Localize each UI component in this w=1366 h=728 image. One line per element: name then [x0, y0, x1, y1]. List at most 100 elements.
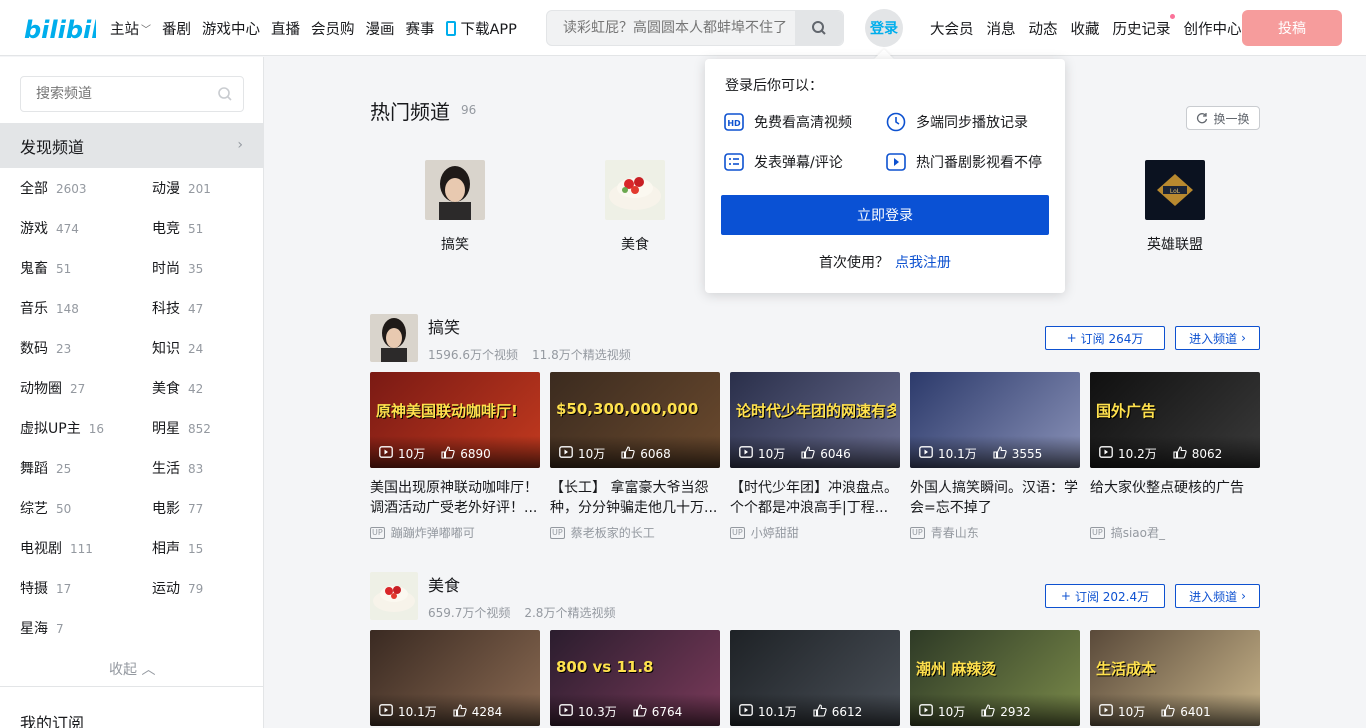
category-item[interactable]: 知识 24	[152, 338, 203, 358]
search-icon[interactable]	[217, 86, 233, 102]
like-count: 6764	[651, 704, 683, 719]
bilibili-logo[interactable]: bilibili	[24, 12, 96, 44]
register-link[interactable]: 点我注册	[895, 255, 951, 271]
channel-avatar[interactable]	[370, 572, 418, 620]
nav-main-station[interactable]: 主站 ﹀	[110, 18, 151, 39]
category-item[interactable]: 电影 77	[152, 498, 203, 518]
category-item[interactable]: 综艺 50	[20, 498, 71, 518]
category-item[interactable]: 全部 2603	[20, 178, 87, 198]
video-title[interactable]: 给大家伙整点硬核的广告	[1090, 478, 1260, 518]
enter-channel-button[interactable]: 进入频道 ›	[1175, 326, 1260, 350]
video-title[interactable]: 【长工】 拿富豪大爷当怨种，分分钟骗走他几十万...	[550, 478, 720, 518]
category-item[interactable]: 相声 15	[152, 538, 203, 558]
category-item[interactable]: 明星 852	[152, 418, 211, 438]
channel-search-input[interactable]	[21, 77, 211, 111]
video-cover[interactable]: 论时代少年团的网速有多快 10万 6046	[730, 372, 900, 468]
category-name: 音乐	[20, 301, 48, 317]
hot-channel-lol[interactable]: LoL 英雄联盟	[1125, 160, 1225, 254]
like-count: 6612	[831, 704, 863, 719]
category-item[interactable]: 科技 47	[152, 298, 203, 318]
video-cover[interactable]: 国外广告 10.2万 8062	[1090, 372, 1260, 468]
category-item[interactable]: 电竞 51	[152, 218, 203, 238]
upload-button[interactable]: 投稿	[1242, 10, 1342, 46]
video-cover[interactable]: 生活成本 10万 6401	[1090, 630, 1260, 726]
video-cover[interactable]: 潮州 麻辣烫 10万 2932	[910, 630, 1080, 726]
collapse-button[interactable]: 收起 ︿	[109, 659, 155, 679]
category-item[interactable]: 电视剧 111	[20, 538, 93, 558]
video-cover[interactable]: 10.1万 3555	[910, 372, 1080, 468]
nav-favorites[interactable]: 收藏	[1071, 18, 1100, 39]
enter-channel-button[interactable]: 进入频道 ›	[1175, 584, 1260, 608]
cover-caption: $50,300,000,000	[556, 400, 699, 418]
video-author[interactable]: UP 青春山东	[910, 524, 1080, 541]
category-item[interactable]: 音乐 148	[20, 298, 79, 318]
video-author[interactable]: UP 蔡老板家的长工	[550, 524, 720, 541]
category-item[interactable]: 时尚 35	[152, 258, 203, 278]
video-card[interactable]: 论时代少年团的网速有多快 10万 6046 【时代少年团】冲浪盘点。个个都是冲浪高手|…	[730, 372, 900, 541]
video-title[interactable]: 【时代少年团】冲浪盘点。个个都是冲浪高手|丁程...	[730, 478, 900, 518]
nav-esports[interactable]: 赛事	[406, 18, 435, 39]
hot-channel-funny[interactable]: 搞笑	[405, 160, 505, 254]
category-item[interactable]: 虚拟UP主 16	[20, 418, 104, 438]
nav-history[interactable]: 历史记录	[1113, 13, 1175, 39]
channel-name[interactable]: 搞笑	[428, 314, 460, 338]
video-cover[interactable]: 10.1万 6612	[730, 630, 900, 726]
video-author[interactable]: UP 搞siao君_	[1090, 524, 1260, 541]
login-avatar-button[interactable]: 登录	[865, 9, 903, 47]
category-item[interactable]: 星海 7	[20, 618, 64, 638]
play-count-icon	[1099, 704, 1113, 719]
nav-dynamics[interactable]: 动态	[1029, 18, 1058, 39]
video-card[interactable]: 10.1万 6612	[730, 630, 900, 726]
my-subscriptions[interactable]: 我的订阅	[20, 710, 84, 728]
category-item[interactable]: 舞蹈 25	[20, 458, 71, 478]
play-count-icon	[919, 446, 933, 461]
category-count: 852	[188, 422, 211, 436]
subscribe-button[interactable]: + 订阅 202.4万	[1045, 584, 1165, 608]
category-item[interactable]: 动漫 201	[152, 178, 211, 198]
category-item[interactable]: 数码 23	[20, 338, 71, 358]
channel-name[interactable]: 美食	[428, 572, 460, 596]
discover-channels-item[interactable]: 发现频道 ›	[0, 123, 263, 168]
video-author[interactable]: UP 小婷甜甜	[730, 524, 900, 541]
nav-live[interactable]: 直播	[271, 18, 300, 39]
login-now-button[interactable]: 立即登录	[721, 195, 1049, 235]
video-card[interactable]: 国外广告 10.2万 8062 给大家伙整点硬核的广告 UP 搞siao君_	[1090, 372, 1260, 541]
nav-messages[interactable]: 消息	[987, 18, 1016, 39]
category-item[interactable]: 动物圈 27	[20, 378, 85, 398]
video-cover[interactable]: 原神美国联动咖啡厅! 10万 6890	[370, 372, 540, 468]
video-cover[interactable]: 800 vs 11.8 10.3万 6764	[550, 630, 720, 726]
nav-creator-center[interactable]: 创作中心	[1184, 18, 1242, 39]
category-item[interactable]: 游戏 474	[20, 218, 79, 238]
video-card[interactable]: 10.1万 4284	[370, 630, 540, 726]
nav-game-center[interactable]: 游戏中心	[202, 18, 260, 39]
video-author[interactable]: UP 蹦蹦炸弹嘟嘟可	[370, 524, 540, 541]
category-item[interactable]: 美食 42	[152, 378, 203, 398]
video-card[interactable]: 10.1万 3555 外国人搞笑瞬间。汉语：学会=忘不掉了 UP 青春山东	[910, 372, 1080, 541]
search-input[interactable]	[547, 11, 797, 45]
video-card[interactable]: 800 vs 11.8 10.3万 6764	[550, 630, 720, 726]
channel-avatar[interactable]	[370, 314, 418, 362]
chevron-right-icon: ›	[1241, 589, 1246, 603]
nav-anime[interactable]: 番剧	[162, 18, 191, 39]
nav-member-shop[interactable]: 会员购	[311, 18, 355, 39]
video-cover[interactable]: $50,300,000,000 10万 6068	[550, 372, 720, 468]
category-item[interactable]: 生活 83	[152, 458, 203, 478]
category-item[interactable]: 鬼畜 51	[20, 258, 71, 278]
video-card[interactable]: 生活成本 10万 6401	[1090, 630, 1260, 726]
video-card[interactable]: 原神美国联动咖啡厅! 10万 6890 美国出现原神联动咖啡厅！调酒活动广受老外好评！…	[370, 372, 540, 541]
hot-channel-food[interactable]: 美食	[585, 160, 685, 254]
category-item[interactable]: 运动 79	[152, 578, 203, 598]
video-title[interactable]: 美国出现原神联动咖啡厅！调酒活动广受老外好评！...	[370, 478, 540, 518]
video-card[interactable]: 潮州 麻辣烫 10万 2932	[910, 630, 1080, 726]
refresh-button[interactable]: 换一换	[1186, 106, 1260, 130]
video-cover[interactable]: 10.1万 4284	[370, 630, 540, 726]
nav-vip[interactable]: 大会员	[930, 18, 974, 39]
search-button[interactable]	[795, 11, 843, 45]
category-item[interactable]: 特摄 17	[20, 578, 71, 598]
category-count: 50	[56, 502, 72, 516]
video-card[interactable]: $50,300,000,000 10万 6068 【长工】 拿富豪大爷当怨种，分分钟骗…	[550, 372, 720, 541]
nav-download-app[interactable]: 下载APP	[445, 18, 517, 39]
nav-comics[interactable]: 漫画	[366, 18, 395, 39]
subscribe-button[interactable]: + 订阅 264万	[1045, 326, 1165, 350]
video-title[interactable]: 外国人搞笑瞬间。汉语：学会=忘不掉了	[910, 478, 1080, 518]
